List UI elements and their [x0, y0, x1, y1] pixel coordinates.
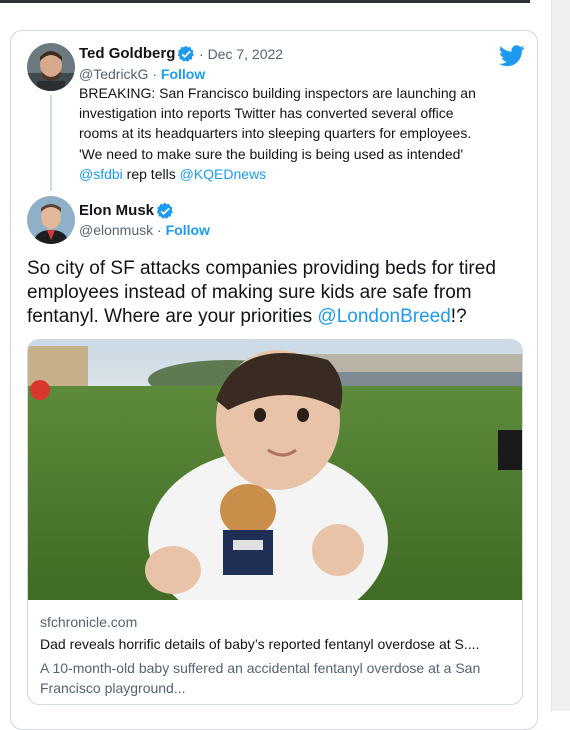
dot-separator: · [199, 46, 204, 62]
link-title[interactable]: Dad reveals horrific details of baby’s r… [40, 636, 479, 652]
mention-sfdbi-link[interactable]: @sfdbi [79, 166, 123, 182]
main-tweet-tail: !? [450, 306, 467, 327]
mention-londonbreed-link[interactable]: @LondonBreed [317, 306, 450, 327]
twitter-bird-icon[interactable] [499, 45, 525, 67]
article-photo[interactable] [28, 340, 523, 600]
quoted-line-5-text: rep tells [122, 165, 180, 182]
main-tweet-text: So city of SF attacks companies providin… [27, 257, 532, 329]
quoted-line-5: @sfdbi rep tells @KQEDnews [79, 164, 519, 184]
dot-separator: · [157, 222, 162, 238]
quoted-author-name[interactable]: Ted Goldberg [79, 45, 175, 62]
main-author-name[interactable]: Elon Musk [79, 202, 154, 219]
link-description: A 10-month-old baby suffered an accident… [40, 660, 481, 697]
quoted-line-2: investigation into reports Twitter has c… [79, 105, 454, 122]
embedded-tweet-card[interactable]: Ted Goldberg · Dec 7, 2022 @TedrickG · F… [10, 30, 538, 730]
verified-badge-icon [156, 202, 174, 220]
link-preview-card[interactable]: sfchronicle.com Dad reveals horrific det… [27, 339, 523, 705]
quoted-tweet-text: BREAKING: San Francisco building inspect… [79, 83, 519, 184]
avatar-ted-goldberg[interactable] [27, 43, 75, 91]
quoted-tweet-date[interactable]: Dec 7, 2022 [208, 46, 284, 62]
dot-separator: · [152, 66, 158, 82]
scrollbar-track[interactable] [551, 0, 570, 711]
link-domain[interactable]: sfchronicle.com [40, 614, 137, 630]
avatar-elon-musk[interactable] [27, 196, 75, 244]
quoted-line-3: rooms at its headquarters into sleeping … [79, 125, 472, 142]
quoted-line-1: BREAKING: San Francisco building inspect… [79, 85, 476, 101]
follow-elon-button[interactable]: Follow [166, 222, 210, 238]
quoted-author-handle[interactable]: @TedrickG [79, 66, 148, 82]
mention-kqednews-link[interactable]: @KQEDnews [180, 166, 267, 182]
top-divider [0, 0, 530, 3]
main-author-handle[interactable]: @elonmusk [79, 222, 153, 238]
thread-connector-line [50, 95, 52, 191]
verified-badge-icon [177, 45, 195, 63]
quoted-line-4: 'We need to make sure the building is be… [79, 145, 464, 162]
follow-ted-button[interactable]: Follow [161, 66, 205, 82]
